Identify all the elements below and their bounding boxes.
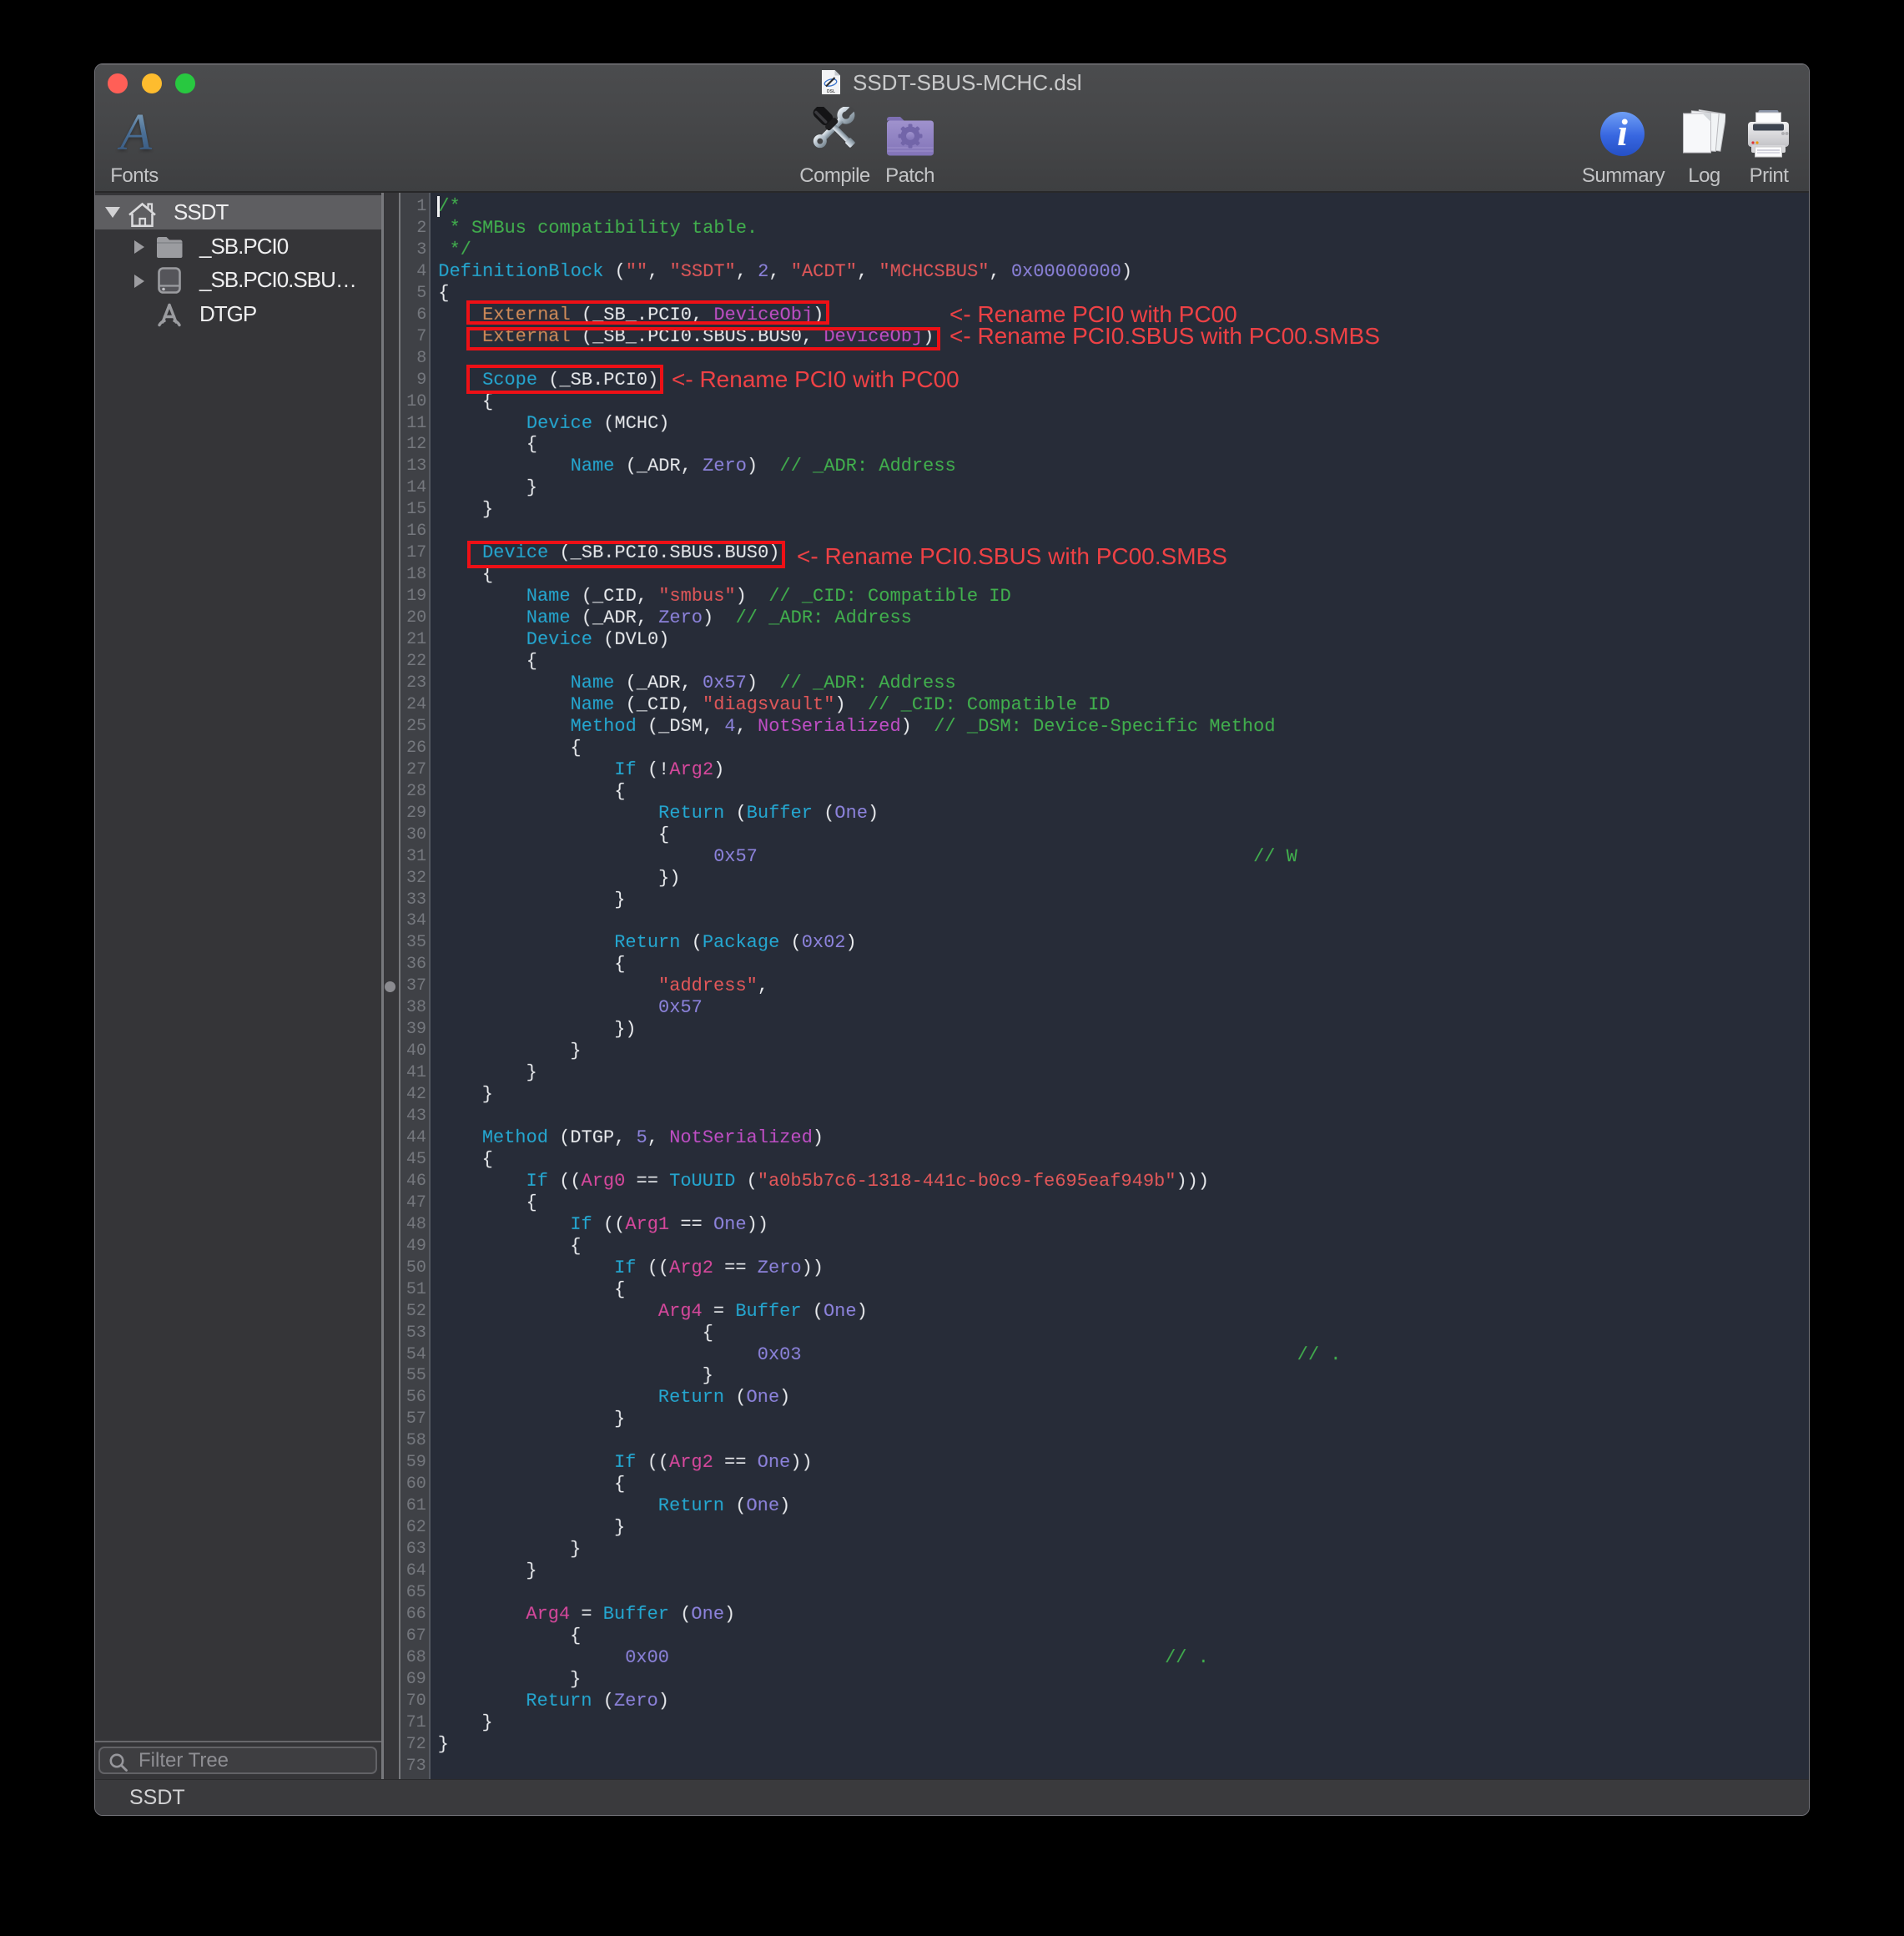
- svg-text:DSL: DSL: [827, 89, 835, 94]
